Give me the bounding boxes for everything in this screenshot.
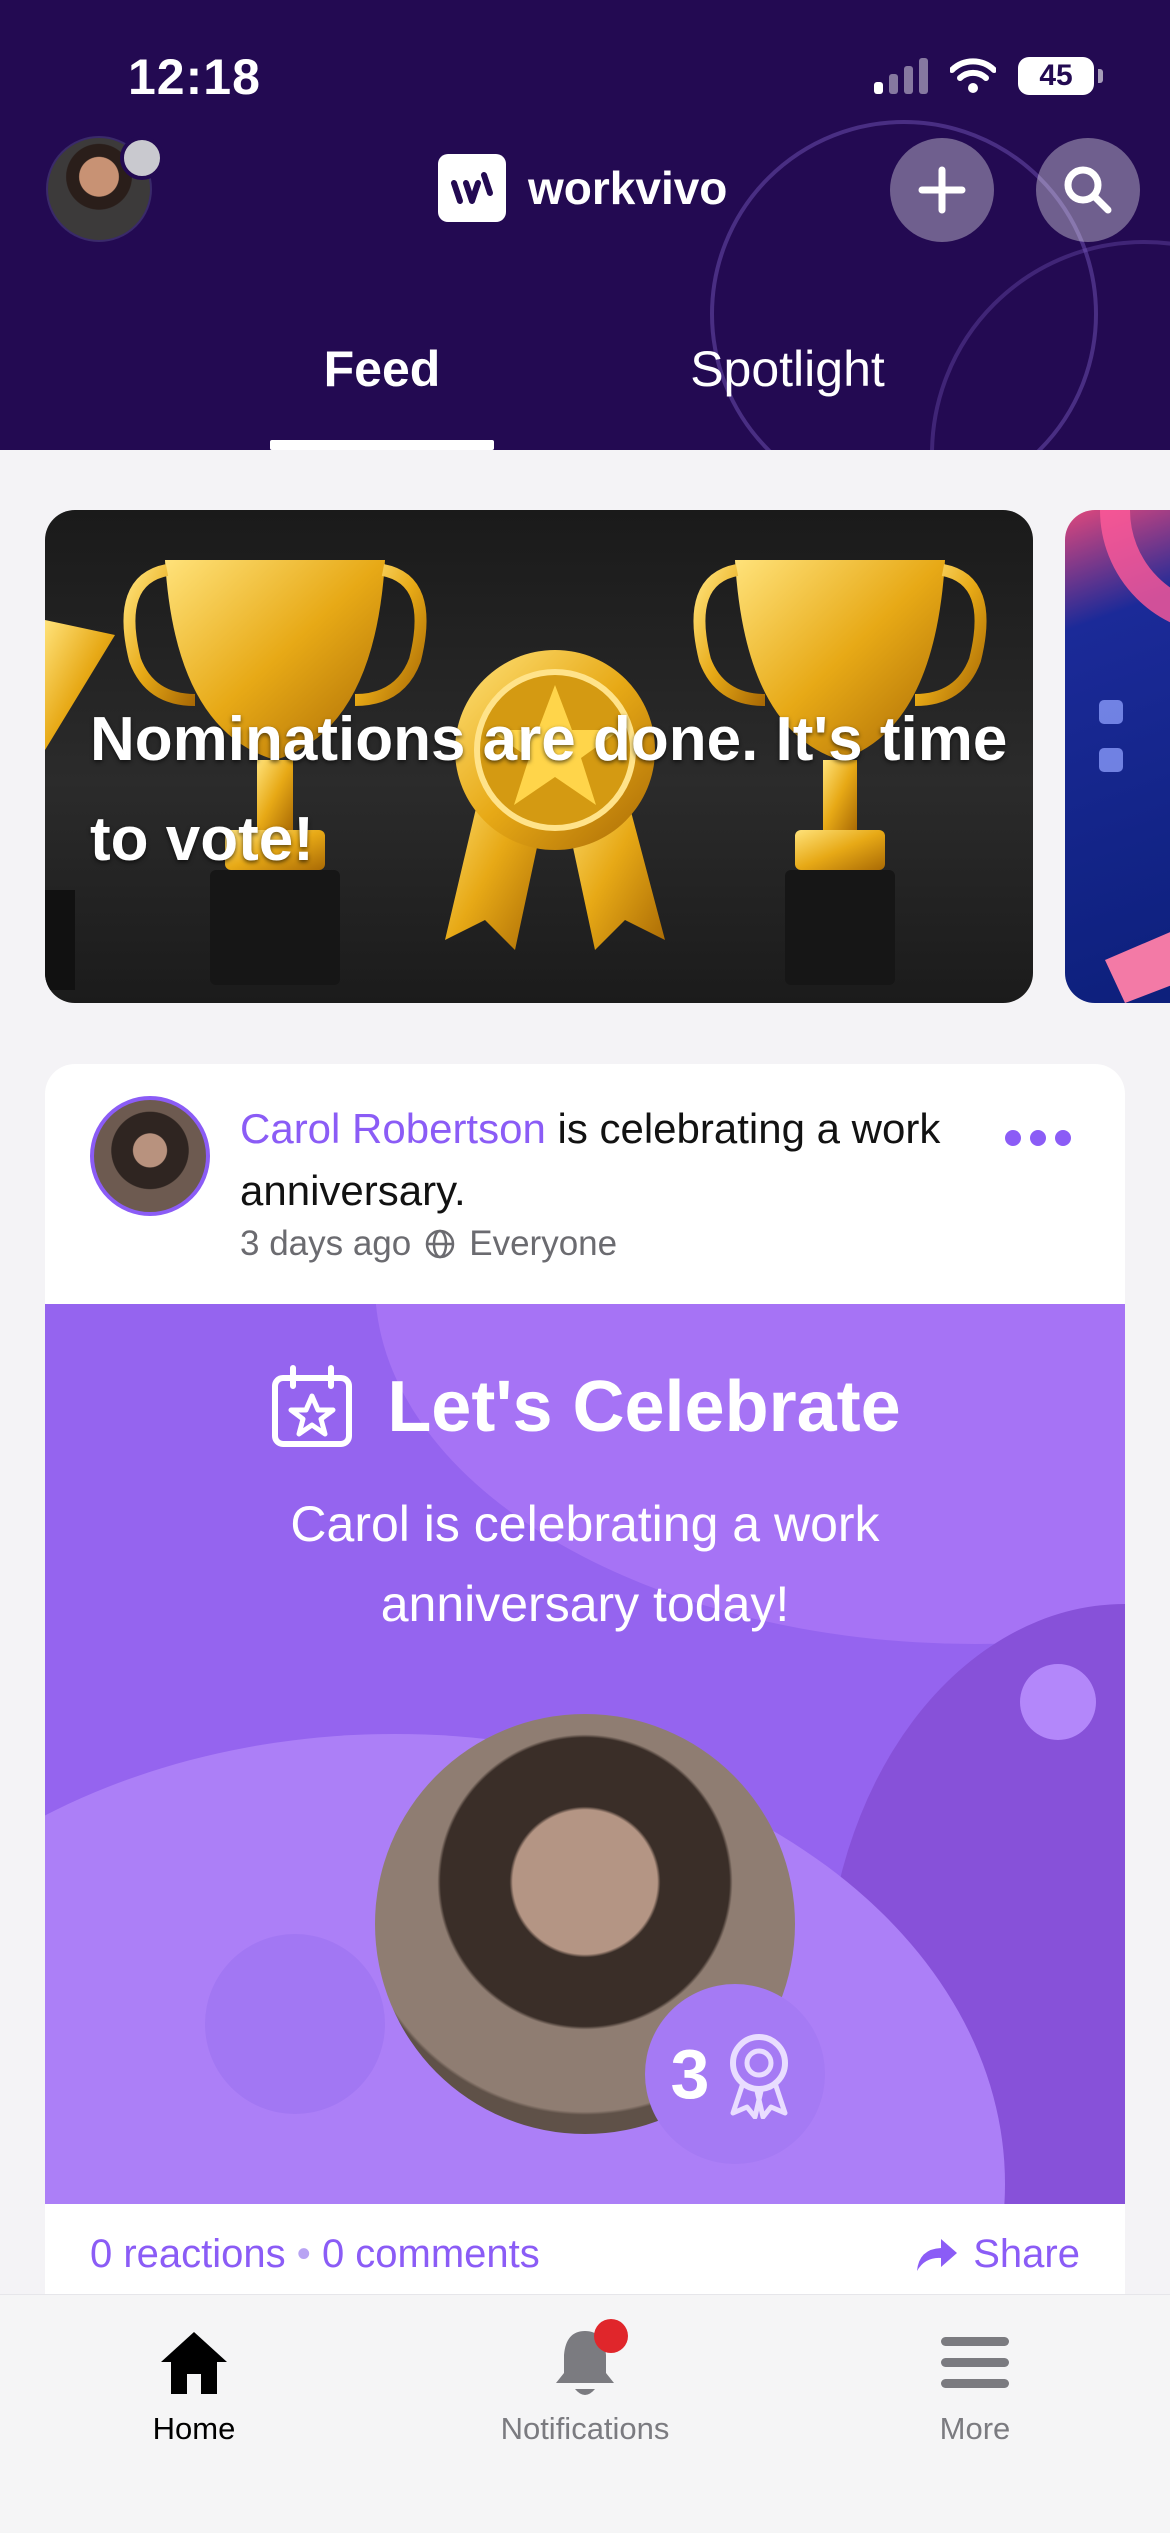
search-button[interactable]	[1036, 138, 1140, 242]
post-header-text: Carol Robertson is celebrating a work an…	[240, 1098, 960, 1222]
status-icons: 45	[874, 56, 1103, 96]
author-avatar[interactable]	[90, 1096, 210, 1216]
next-banner-card[interactable]	[1065, 510, 1170, 1003]
battery-icon: 45	[1018, 57, 1103, 95]
home-icon	[161, 2332, 227, 2394]
decoration	[1020, 1664, 1096, 1740]
celebration-subtitle: Carol is celebrating a work anniversary …	[290, 1496, 880, 1632]
nominations-banner[interactable]: Nominations are done. It's time to vote!	[45, 510, 1033, 1003]
plus-icon	[918, 166, 966, 214]
share-label: Share	[973, 2232, 1080, 2276]
more-options-button[interactable]	[1005, 1130, 1071, 1146]
celebration-panel: Let's Celebrate Carol is celebrating a w…	[45, 1304, 1125, 2204]
engagement-summary: 0 reactions • 0 comments	[90, 2232, 540, 2277]
wifi-icon	[950, 58, 996, 93]
nav-notifications-label: Notifications	[500, 2411, 670, 2446]
brand: workvivo	[438, 154, 727, 222]
celebration-title-row: Let's Celebrate	[45, 1364, 1125, 1450]
nav-more-label: More	[939, 2411, 1011, 2446]
post-time: 3 days ago	[240, 1224, 412, 1263]
profile-avatar[interactable]	[46, 136, 164, 242]
notification-dot	[594, 2319, 628, 2353]
workvivo-logo-icon	[438, 154, 506, 222]
globe-icon	[426, 1229, 455, 1259]
tab-feed[interactable]: Feed	[270, 340, 494, 398]
banner-title: Nominations are done. It's time to vote!	[90, 705, 1008, 874]
presence-indicator	[120, 136, 164, 180]
post-meta: 3 days ago Everyone	[240, 1224, 617, 1264]
celebration-title: Let's Celebrate	[387, 1367, 901, 1447]
app-header: 12:18 45 workvivo Feed Spotlight	[0, 0, 1170, 450]
post-footer: 0 reactions • 0 comments Share	[45, 2204, 1125, 2300]
create-button[interactable]	[890, 138, 994, 242]
anniversary-years: 3	[670, 2035, 710, 2113]
tab-spotlight[interactable]: Spotlight	[650, 340, 925, 398]
banner-decoration-icon	[1100, 510, 1170, 1003]
author-name-link[interactable]: Carol Robertson	[240, 1105, 546, 1152]
nav-more[interactable]: More	[825, 2315, 1125, 2447]
separator: •	[296, 2232, 311, 2276]
decoration	[205, 1934, 385, 2114]
active-tab-indicator	[270, 440, 494, 450]
post-card: Carol Robertson is celebrating a work an…	[45, 1064, 1125, 2300]
search-icon	[1064, 166, 1112, 214]
bottom-navigation: Home Notifications More	[0, 2294, 1170, 2533]
feed-tabs: Feed Spotlight	[0, 330, 1170, 450]
signal-icon	[874, 58, 928, 94]
share-arrow-icon	[917, 2238, 958, 2271]
nav-home-label: Home	[152, 2411, 236, 2446]
reactions-link[interactable]: 0 reactions	[90, 2232, 286, 2276]
post-audience: Everyone	[469, 1224, 618, 1263]
menu-icon	[941, 2337, 1009, 2388]
status-time: 12:18	[128, 49, 261, 105]
brand-name: workvivo	[528, 162, 728, 214]
nav-home[interactable]: Home	[44, 2315, 344, 2447]
award-ribbon-icon	[730, 2034, 789, 2119]
comments-link[interactable]: 0 comments	[322, 2232, 540, 2276]
calendar-star-icon	[272, 1365, 353, 1447]
anniversary-badge: 3	[645, 1984, 825, 2164]
nav-notifications[interactable]: Notifications	[435, 2315, 735, 2447]
share-button[interactable]: Share	[915, 2232, 1080, 2277]
